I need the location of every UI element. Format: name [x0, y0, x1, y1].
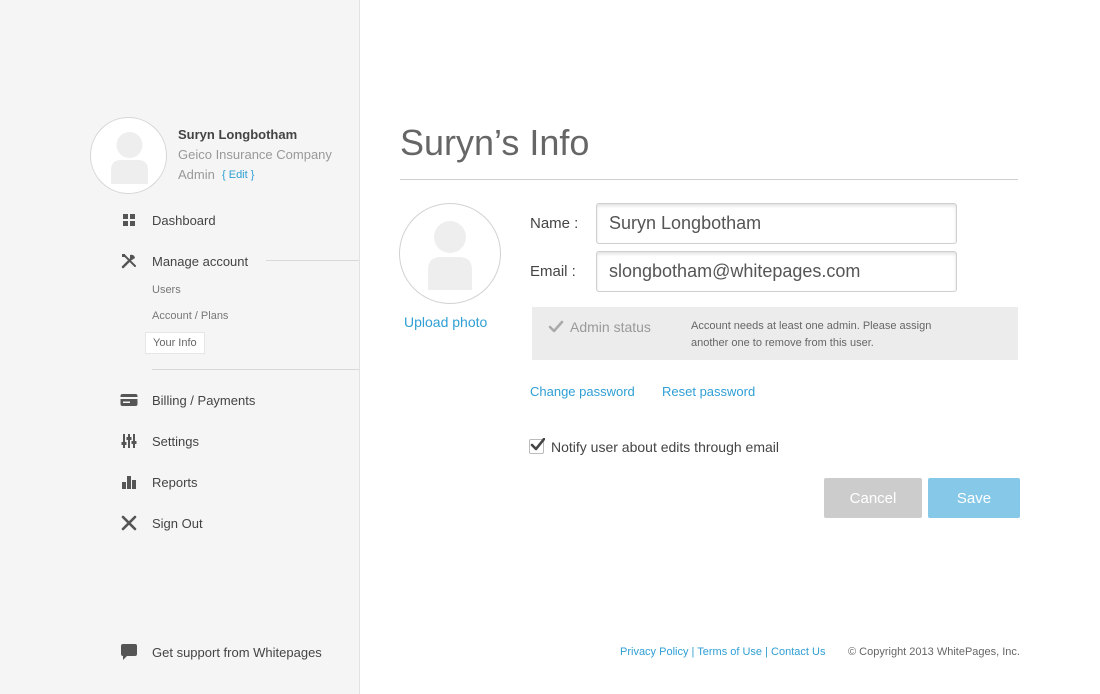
- name-label: Name :: [530, 215, 579, 232]
- save-button[interactable]: Save: [928, 478, 1020, 518]
- page-title: Suryn’s Info: [400, 122, 590, 163]
- reset-password-link[interactable]: Reset password: [662, 384, 755, 399]
- credit-card-icon: [120, 391, 138, 409]
- admin-status-panel: Admin status Account needs at least one …: [532, 307, 1018, 360]
- dashboard-icon: [120, 211, 138, 229]
- nav-label-dashboard: Dashboard: [152, 212, 216, 228]
- admin-status-checkbox[interactable]: [548, 319, 564, 335]
- checkmark-icon: [530, 438, 545, 451]
- nav-item-dashboard[interactable]: Dashboard: [120, 210, 216, 230]
- avatar: [90, 117, 167, 194]
- support-link[interactable]: Get support from Whitepages: [120, 643, 322, 661]
- edit-profile-link[interactable]: { Edit }: [222, 169, 254, 181]
- profile-name: Suryn Longbotham: [178, 127, 298, 142]
- bar-chart-icon: [120, 473, 138, 491]
- change-password-link[interactable]: Change password: [530, 384, 635, 399]
- notify-label: Notify user about edits through email: [551, 439, 780, 455]
- nav-item-settings[interactable]: Settings: [120, 431, 199, 451]
- admin-status-note: Account needs at least one admin. Please…: [691, 320, 932, 349]
- footer-separator: |: [691, 646, 695, 658]
- nav-label-manage-account: Manage account: [152, 253, 249, 269]
- nav-item-reports[interactable]: Reports: [120, 472, 198, 492]
- close-icon: [120, 514, 138, 532]
- nav-label-billing: Billing / Payments: [152, 392, 256, 408]
- divider: [266, 260, 359, 261]
- sub-item-your-info[interactable]: Your Info: [145, 332, 205, 354]
- sub-item-account-plans[interactable]: Account / Plans: [152, 310, 228, 322]
- contact-us-link[interactable]: Contact Us: [771, 646, 825, 658]
- checkmark-icon: [548, 320, 564, 333]
- footer-separator: |: [765, 646, 768, 658]
- name-field[interactable]: [596, 203, 957, 244]
- sub-item-users[interactable]: Users: [152, 284, 181, 296]
- footer-links: Privacy Policy | Terms of Use | Contact …: [620, 646, 825, 658]
- support-label: Get support from Whitepages: [152, 644, 322, 660]
- divider: [400, 179, 1018, 180]
- nav-label-reports: Reports: [152, 474, 198, 490]
- nav-label-settings: Settings: [152, 433, 199, 449]
- sidebar: Suryn Longbotham Geico Insurance Company…: [0, 0, 360, 694]
- tools-icon: [120, 252, 138, 270]
- notify-checkbox[interactable]: [529, 438, 545, 454]
- email-label: Email :: [530, 263, 576, 280]
- admin-status-label: Admin status: [570, 319, 651, 335]
- profile-photo[interactable]: [399, 203, 501, 304]
- user-silhouette-icon: [428, 221, 472, 290]
- nav-label-sign-out: Sign Out: [152, 515, 203, 531]
- profile-role: Admin: [178, 167, 215, 182]
- privacy-policy-link[interactable]: Privacy Policy: [620, 646, 688, 658]
- divider: [152, 369, 359, 370]
- nav-item-manage-account[interactable]: Manage account: [120, 251, 248, 271]
- email-field[interactable]: [596, 251, 957, 292]
- chat-bubble-icon: [120, 643, 138, 661]
- profile-company: Geico Insurance Company: [178, 147, 332, 162]
- upload-photo-link[interactable]: Upload photo: [404, 314, 487, 330]
- terms-of-use-link[interactable]: Terms of Use: [697, 646, 762, 658]
- cancel-button[interactable]: Cancel: [824, 478, 922, 518]
- nav-item-billing[interactable]: Billing / Payments: [120, 390, 255, 410]
- nav-item-sign-out[interactable]: Sign Out: [120, 513, 203, 533]
- copyright: © Copyright 2013 WhitePages, Inc.: [848, 646, 1020, 658]
- sliders-icon: [120, 432, 138, 450]
- user-silhouette-icon: [111, 132, 148, 184]
